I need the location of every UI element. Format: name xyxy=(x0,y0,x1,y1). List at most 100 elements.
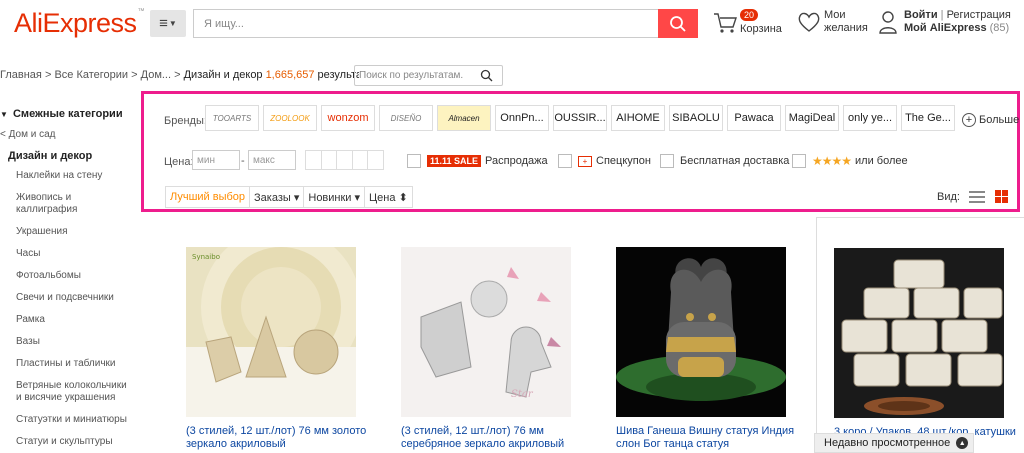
price-label: Цена: xyxy=(164,156,194,168)
price-max-input[interactable] xyxy=(248,150,296,170)
results-count: 1,665,657 xyxy=(265,69,315,81)
sidebar-item[interactable]: Наклейки на стену xyxy=(16,170,140,182)
brands-label: Бренды: xyxy=(164,115,207,127)
brand-logo[interactable]: wonzom xyxy=(321,105,375,131)
brand-logo[interactable]: DISEÑO xyxy=(379,105,433,131)
category-menu-button[interactable]: ≡ ▼ xyxy=(150,10,186,37)
crumb-home[interactable]: Главная xyxy=(0,69,42,81)
price-histogram-bar[interactable] xyxy=(320,150,338,170)
product-card[interactable]: Synaibo (3 стилей, 12 шт./лот) 76 мм зол… xyxy=(166,227,376,453)
brand-item[interactable]: AIHOME xyxy=(611,105,665,131)
brand-item[interactable]: Pawaca xyxy=(727,105,781,131)
sidebar-item[interactable]: Часы xyxy=(16,248,140,260)
product-card[interactable]: Шива Ганеша Вишну статуя Индия слон Бог … xyxy=(596,227,806,453)
register-link[interactable]: Регистрация xyxy=(947,9,1011,21)
coupon-checkbox[interactable] xyxy=(558,154,572,168)
crumb-all-categories[interactable]: Все Категории xyxy=(54,69,128,81)
brand-item[interactable]: SIBAOLU xyxy=(669,105,723,131)
rating-filter[interactable]: ★★★★ или более xyxy=(792,154,908,168)
brand-logo[interactable]: ZOOLOOK xyxy=(263,105,317,131)
brand-item[interactable]: OUSSIR... xyxy=(553,105,607,131)
sidebar-item[interactable]: Свечи и подсвечники xyxy=(16,292,140,304)
sort-best-match[interactable]: Лучший выбор xyxy=(166,187,251,207)
brand-item[interactable]: only ye... xyxy=(843,105,897,131)
price-histogram-bar[interactable] xyxy=(367,150,384,170)
product-title[interactable]: (3 стилей, 12 шт./лот) 76 мм золото зерк… xyxy=(186,425,371,451)
cart-count-badge: 20 xyxy=(740,9,759,21)
price-min-input[interactable] xyxy=(192,150,240,170)
brand-item[interactable]: MagiDeal xyxy=(785,105,839,131)
product-card-hovered[interactable]: 3 коро./ Упаков. 48 шт./кор. катушки ...… xyxy=(816,217,1024,453)
product-image[interactable]: Star xyxy=(401,247,571,417)
rating-label: или более xyxy=(855,155,908,167)
product-image[interactable]: Synaibo xyxy=(186,247,356,417)
sidebar-item[interactable]: Ветряные колокольчики и висячие украшени… xyxy=(16,380,134,404)
free-shipping-filter[interactable]: Бесплатная доставка xyxy=(660,154,789,168)
cart-link[interactable]: 20 Корзина xyxy=(712,9,782,36)
sale-filter[interactable]: 11.11 SALE Распродажа xyxy=(407,154,548,168)
brand-logo[interactable]: TOOARTS xyxy=(205,105,259,131)
wishlist-label-2: желания xyxy=(824,22,868,34)
product-image[interactable] xyxy=(834,248,1004,418)
price-histogram-bar[interactable] xyxy=(351,150,369,170)
sidebar-item[interactable]: Вазы xyxy=(16,336,140,348)
results-search-input[interactable] xyxy=(359,70,479,81)
product-title[interactable]: Шива Ганеша Вишну статуя Индия слон Бог … xyxy=(616,425,801,451)
sidebar-item[interactable]: Статуэтки и миниатюры xyxy=(16,414,140,426)
coupon-filter[interactable]: + Спецкупон xyxy=(558,154,651,168)
heart-icon xyxy=(798,12,820,32)
svg-text:Synaibo: Synaibo xyxy=(192,253,220,261)
brand-logo[interactable]: Almacen xyxy=(437,105,491,131)
sale-checkbox[interactable] xyxy=(407,154,421,168)
header: AliExpress™ ≡▼ 20 Корзина Мои желания Во… xyxy=(0,0,1024,50)
price-histogram[interactable] xyxy=(305,150,384,170)
free-shipping-checkbox[interactable] xyxy=(660,154,674,168)
search-button[interactable] xyxy=(658,9,698,38)
sidebar-item[interactable]: Фотоальбомы xyxy=(16,270,140,282)
account-sep: | xyxy=(940,9,944,21)
login-link[interactable]: Войти xyxy=(904,9,938,21)
crumb-home-garden[interactable]: Дом... xyxy=(141,69,171,81)
cart-icon xyxy=(714,12,737,33)
product-title[interactable]: (3 стилей, 12 шт./лот) 76 мм серебряное … xyxy=(401,425,586,451)
wishlist-link[interactable]: Мои желания xyxy=(796,9,868,35)
aliexpress-logo[interactable]: AliExpress™ xyxy=(14,8,145,39)
rating-checkbox[interactable] xyxy=(792,154,806,168)
grid-view-icon[interactable] xyxy=(994,190,1008,203)
sidebar-item[interactable]: Рамка xyxy=(16,314,140,326)
recently-viewed-bar[interactable]: Недавно просмотренное ▲ xyxy=(814,433,974,453)
sort-price[interactable]: Цена ⬍ xyxy=(365,187,412,207)
search-box xyxy=(193,9,658,38)
search-input[interactable] xyxy=(204,17,648,30)
brand-item[interactable]: The Ge... xyxy=(901,105,955,131)
sidebar-title[interactable]: ▼ Смежные категории xyxy=(0,108,140,120)
sidebar-item[interactable]: Живопись и каллиграфия xyxy=(16,192,111,216)
account-menu[interactable]: Войти | Регистрация Мой AliExpress (85) xyxy=(878,9,1011,35)
my-aliexpress-link[interactable]: Мой AliExpress xyxy=(904,22,987,34)
product-image[interactable] xyxy=(616,247,786,417)
brand-item[interactable]: OnnPn... xyxy=(495,105,549,131)
sidebar-item[interactable]: Статуи и скульптуры xyxy=(16,436,140,448)
product-card[interactable]: Star (3 стилей, 12 шт./лот) 76 мм серебр… xyxy=(381,227,591,453)
results-search-box xyxy=(354,65,503,86)
recently-viewed-label: Недавно просмотренное xyxy=(824,437,951,449)
chevron-up-icon[interactable]: ▲ xyxy=(956,437,969,449)
list-view-icon[interactable] xyxy=(968,190,985,203)
sort-orders[interactable]: Заказы ▾ xyxy=(250,187,305,207)
crumb-sep: > xyxy=(44,69,52,81)
sidebar-back-link[interactable]: < Дом и сад xyxy=(0,129,140,140)
price-dash: - xyxy=(241,155,245,167)
sort-new[interactable]: Новинки ▾ xyxy=(304,187,366,207)
sidebar-item[interactable]: Пластины и таблички xyxy=(16,358,140,370)
sale-badge: 11.11 SALE xyxy=(427,155,482,167)
filter-panel: Бренды: TOOARTS ZOOLOOK wonzom DISEÑO Al… xyxy=(141,91,1020,212)
more-brands-button[interactable]: + Больше xyxy=(962,113,1019,127)
crumb-current: Дизайн и декор xyxy=(183,69,263,81)
crumb-sep: > xyxy=(131,69,138,81)
crumb-sep: > xyxy=(174,69,181,81)
price-histogram-bar[interactable] xyxy=(336,150,353,170)
brand-list: TOOARTS ZOOLOOK wonzom DISEÑO Almacen On… xyxy=(205,105,959,131)
sidebar-item[interactable]: Украшения xyxy=(16,226,140,238)
search-icon[interactable] xyxy=(480,69,493,82)
price-histogram-bar[interactable] xyxy=(305,150,322,170)
